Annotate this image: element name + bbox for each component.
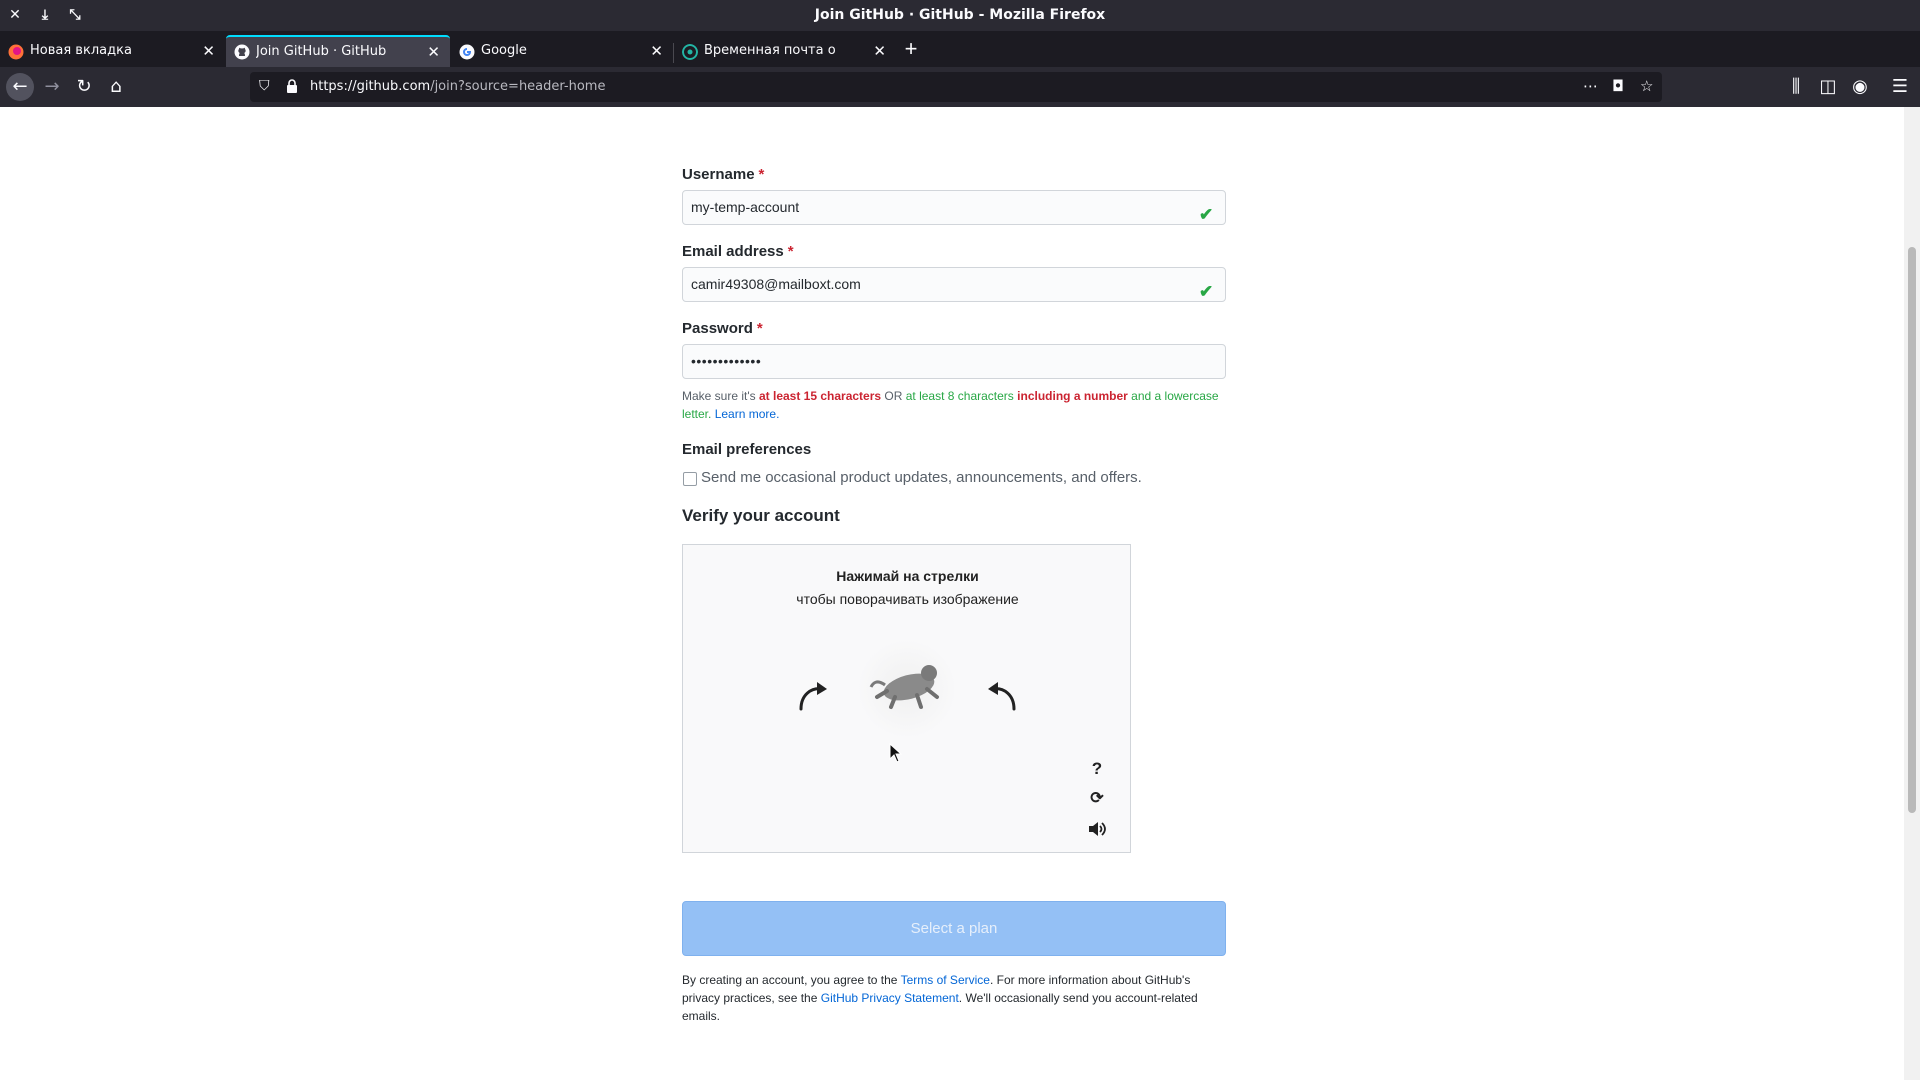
close-tab-icon[interactable]: ✕ — [873, 35, 886, 67]
account-icon[interactable]: ◉ — [1846, 73, 1874, 101]
firefox-icon — [8, 44, 24, 60]
tab-join-github[interactable]: Join GitHub · GitHub ✕ — [226, 35, 450, 67]
pocket-icon[interactable]: ◘ — [1612, 77, 1624, 95]
tab-google[interactable]: Google ✕ — [451, 35, 673, 67]
library-icon[interactable]: ⫼ — [1782, 73, 1810, 101]
rotate-right-arrow-icon[interactable] — [982, 675, 1022, 715]
select-plan-button[interactable]: Select a plan — [682, 901, 1226, 956]
email-input[interactable]: camir49308@mailboxt.com ✔ — [682, 267, 1226, 302]
password-value: ••••••••••••• — [691, 353, 762, 369]
password-label-text: Password — [682, 320, 753, 337]
captcha-instruction-title: Нажимай на стрелки — [836, 568, 979, 584]
forward-button[interactable]: → — [38, 73, 66, 101]
tab-bar: Новая вкладка ✕ Join GitHub · GitHub ✕ G… — [0, 31, 1920, 67]
product-updates-checkbox[interactable] — [683, 472, 697, 486]
tab-label: Новая вкладка — [30, 43, 132, 58]
temp-mail-icon — [682, 44, 698, 60]
captcha-help-icon[interactable]: ? — [1087, 759, 1107, 781]
scrollbar-thumb[interactable] — [1908, 247, 1916, 813]
tab-label: Join GitHub · GitHub — [256, 44, 387, 59]
required-mark: * — [756, 320, 763, 337]
required-mark: * — [758, 166, 765, 183]
captcha-audio-icon[interactable] — [1087, 818, 1107, 840]
legal-notice: By creating an account, you agree to the… — [682, 971, 1226, 1025]
valid-check-icon: ✔ — [1199, 282, 1214, 301]
tab-temp-mail[interactable]: Временная почта от Temp-M ✕ — [674, 35, 896, 67]
rotate-left-arrow-icon[interactable] — [793, 675, 833, 715]
email-label-text: Email address — [682, 243, 784, 260]
hint-text: OR — [881, 389, 906, 403]
email-value: camir49308@mailboxt.com — [691, 276, 861, 292]
home-button[interactable]: ⌂ — [102, 73, 130, 101]
captcha-widget: Нажимай на стрелки чтобы поворачивать из… — [682, 544, 1131, 853]
hint-text: Make sure it's — [682, 389, 759, 403]
captcha-instruction-subtitle: чтобы поворачивать изображение — [796, 591, 1019, 607]
page-scrollbar[interactable] — [1904, 107, 1920, 1080]
product-updates-label[interactable]: Send me occasional product updates, anno… — [701, 469, 1142, 486]
page-actions-icon[interactable]: ⋯ — [1583, 77, 1598, 95]
tab-label: Временная почта от Temp-M — [704, 43, 836, 58]
back-button[interactable]: ← — [6, 73, 34, 101]
learn-more-link[interactable]: Learn more. — [715, 407, 780, 421]
verify-account-title: Verify your account — [682, 506, 840, 525]
new-tab-button[interactable]: + — [897, 35, 925, 63]
menu-icon[interactable]: ☰ — [1886, 73, 1914, 101]
rotated-animal-icon — [869, 665, 939, 709]
mouse-cursor-icon — [889, 743, 903, 763]
url-path: /join?source=header-home — [430, 79, 606, 94]
bookmark-star-icon[interactable]: ☆ — [1640, 77, 1653, 95]
reload-button[interactable]: ↻ — [70, 73, 98, 101]
privacy-statement-link[interactable]: GitHub Privacy Statement — [821, 991, 959, 1005]
username-value: my-temp-account — [691, 199, 800, 215]
address-bar[interactable]: ⛉ https://github.com/join?source=header-… — [250, 72, 1662, 102]
lock-icon[interactable] — [286, 79, 298, 93]
hint-number-requirement: including a number — [1017, 389, 1128, 403]
close-tab-icon[interactable]: ✕ — [202, 35, 215, 67]
page-content: Username * my-temp-account ✔ Email addres… — [0, 107, 1920, 1080]
email-label: Email address * — [682, 243, 794, 260]
github-icon — [234, 44, 250, 60]
legal-text: By creating an account, you agree to the — [682, 973, 901, 987]
close-tab-icon[interactable]: ✕ — [650, 35, 663, 67]
url-domain: https://github.com — [310, 79, 431, 94]
username-label: Username * — [682, 166, 764, 183]
sidebar-icon[interactable]: ◫ — [1814, 73, 1842, 101]
window-title: Join GitHub · GitHub - Mozilla Firefox — [814, 7, 1106, 23]
window-titlebar: ✕ ⤓ ⤡ Join GitHub · GitHub - Mozilla Fir… — [0, 0, 1920, 31]
url-text[interactable]: https://github.com/join?source=header-ho… — [310, 79, 605, 94]
tab-separator — [673, 43, 674, 63]
google-icon — [459, 44, 475, 60]
hint-min-length-requirement: at least 8 characters — [905, 389, 1014, 403]
email-preferences-title: Email preferences — [682, 441, 812, 458]
navigation-bar: ← → ↻ ⌂ ⛉ https://github.com/join?source… — [0, 67, 1920, 108]
terms-of-service-link[interactable]: Terms of Service — [901, 973, 990, 987]
valid-check-icon: ✔ — [1199, 205, 1214, 224]
captcha-refresh-icon[interactable]: ⟳ — [1087, 788, 1107, 810]
password-label: Password * — [682, 320, 763, 337]
password-hint: Make sure it's at least 15 characters OR… — [682, 387, 1226, 423]
tracking-protection-shield-icon[interactable]: ⛉ — [259, 78, 275, 96]
tab-new-tab[interactable]: Новая вкладка ✕ — [0, 35, 225, 67]
captcha-puzzle-image — [857, 639, 957, 739]
close-tab-icon[interactable]: ✕ — [427, 37, 440, 67]
tab-label: Google — [481, 43, 527, 58]
password-input[interactable]: ••••••••••••• — [682, 344, 1226, 379]
username-input[interactable]: my-temp-account ✔ — [682, 190, 1226, 225]
required-mark: * — [787, 243, 794, 260]
username-label-text: Username — [682, 166, 755, 183]
hint-length-requirement: at least 15 characters — [758, 389, 882, 403]
